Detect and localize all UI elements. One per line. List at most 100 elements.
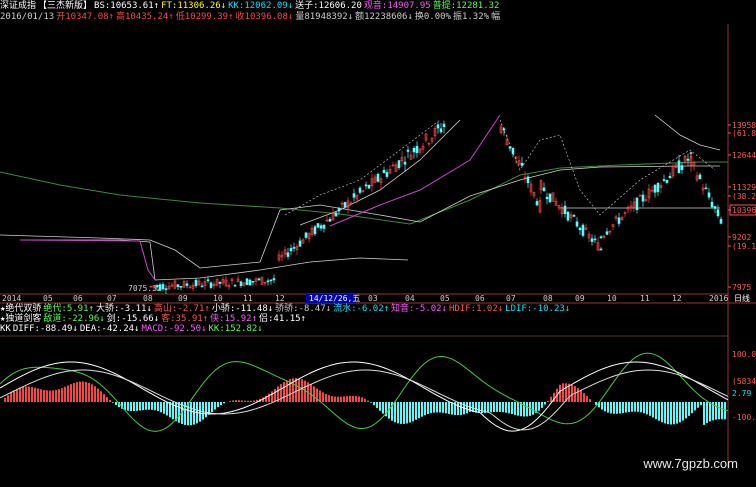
macd-bar-2 [10,392,12,402]
macd-bar-176 [532,402,534,415]
macd-bar-23 [73,383,75,402]
candle-body-110 [535,201,539,206]
macd-bar-217 [655,402,657,420]
candle-body-135 [605,231,609,235]
indicator-value-5: 骄骄:-8.47↓ [275,304,332,314]
macd-bar-10 [34,387,36,402]
candle-body-126 [581,224,585,236]
candle-body-146 [638,194,642,197]
candle-body-34 [251,280,255,283]
macd-bar-191 [577,388,579,402]
macd-bar-66 [202,402,204,420]
indicator-axis-label-0: 100.00 [732,350,756,359]
macd-bar-151 [457,402,459,416]
macd-bar-139 [421,402,423,417]
macd-bar-141 [427,402,429,415]
timeline-label-14: 07 [506,294,516,303]
macd-bar-240 [724,402,726,420]
macd-bar-206 [622,402,624,414]
macd-bar-54 [166,402,168,416]
candle-body-121 [566,211,570,221]
indicator-value-2: DEA:-42.24↓ [79,324,140,334]
candle-body-72 [367,184,371,189]
timeline-label-18: 11 [640,294,650,303]
candle-body-160 [680,165,684,171]
macd-bar-41 [127,402,129,411]
timeline-label-2: 06 [73,294,83,303]
macd-bar-224 [676,402,678,424]
timeline-label-9: 14/12/26,五 [309,294,360,303]
candle-body-151 [653,184,657,193]
macd-bar-145 [439,402,441,413]
timeline-label-4: 08 [143,294,153,303]
indicator-axis-label-3: -100.00 [732,413,756,422]
macd-bar-197 [595,402,597,405]
macd-bar-233 [703,402,705,425]
candle-body-55 [316,223,320,228]
candle-body-4 [161,284,165,290]
candle-body-20 [209,282,213,288]
macd-bar-80 [244,400,246,402]
candle-body-167 [698,174,702,180]
timeline-label-0: 2014 [2,294,21,303]
macd-bar-159 [481,402,483,414]
indicator-value-0: ★绝代双骄 [0,304,42,314]
macd-bar-180 [544,402,546,405]
candle-body-69 [358,187,362,193]
candle-body-78 [385,172,389,177]
diff-white-line [0,361,729,432]
macd-bar-44 [136,402,138,411]
macd-bar-110 [334,396,336,402]
candle-body-40 [269,279,273,282]
macd-bar-67 [205,402,207,418]
macd-bar-8 [28,386,30,402]
candle-body-12 [185,283,189,286]
candle-body-170 [707,192,711,198]
watermark: www.7gpzb.com [643,456,738,471]
indicator-value-0: KK [0,324,11,334]
candle-body-114 [545,196,549,200]
candle-body-33 [248,279,252,286]
candle-body-64 [343,202,347,208]
macd-bar-200 [604,402,606,412]
candle-body-19 [206,279,210,282]
macd-bar-37 [115,402,117,406]
macd-bar-94 [286,380,288,402]
macd-bar-119 [361,397,363,402]
macd-bar-171 [517,402,519,416]
timeline-label-1: 05 [43,294,53,303]
macd-bar-25 [79,381,81,402]
macd-bar-21 [67,385,69,402]
macd-bar-178 [538,402,540,411]
macd-bar-16 [52,390,54,402]
macd-bar-48 [148,402,150,410]
macd-bar-124 [376,402,378,408]
macd-bar-52 [160,402,162,413]
macd-bar-93 [283,382,285,402]
price-axis-label-8: 7975 [732,283,751,292]
macd-bar-122 [370,402,372,403]
macd-bar-81 [247,400,249,402]
macd-bar-229 [691,402,693,414]
macd-bar-46 [142,402,144,411]
price-axis-label-1: (61.8%) [732,129,756,138]
candle-body-173 [716,209,720,217]
candle-body-159 [677,160,681,174]
timeline-label-8: 12 [275,294,285,303]
timeline-label-19: 12 [672,294,682,303]
macd-bar-185 [559,384,561,402]
candle-body-105 [520,162,524,166]
macd-bar-232 [700,402,702,406]
timeline-label-7: 11 [243,294,253,303]
macd-bar-79 [241,400,243,402]
candle-body-145 [635,197,639,211]
indicator-value-2: 剑:-15.66↓ [106,314,160,324]
macd-bar-235 [709,402,711,422]
candle-body-113 [542,187,546,192]
macd-bar-137 [415,402,417,420]
macd-bar-216 [652,402,654,418]
macd-bar-27 [85,381,87,402]
macd-bar-179 [541,402,543,408]
stock-chart[interactable]: 13958(61.8%)1264411329(38.2%)103969202(1… [0,0,756,487]
candle-body-67 [352,193,356,198]
